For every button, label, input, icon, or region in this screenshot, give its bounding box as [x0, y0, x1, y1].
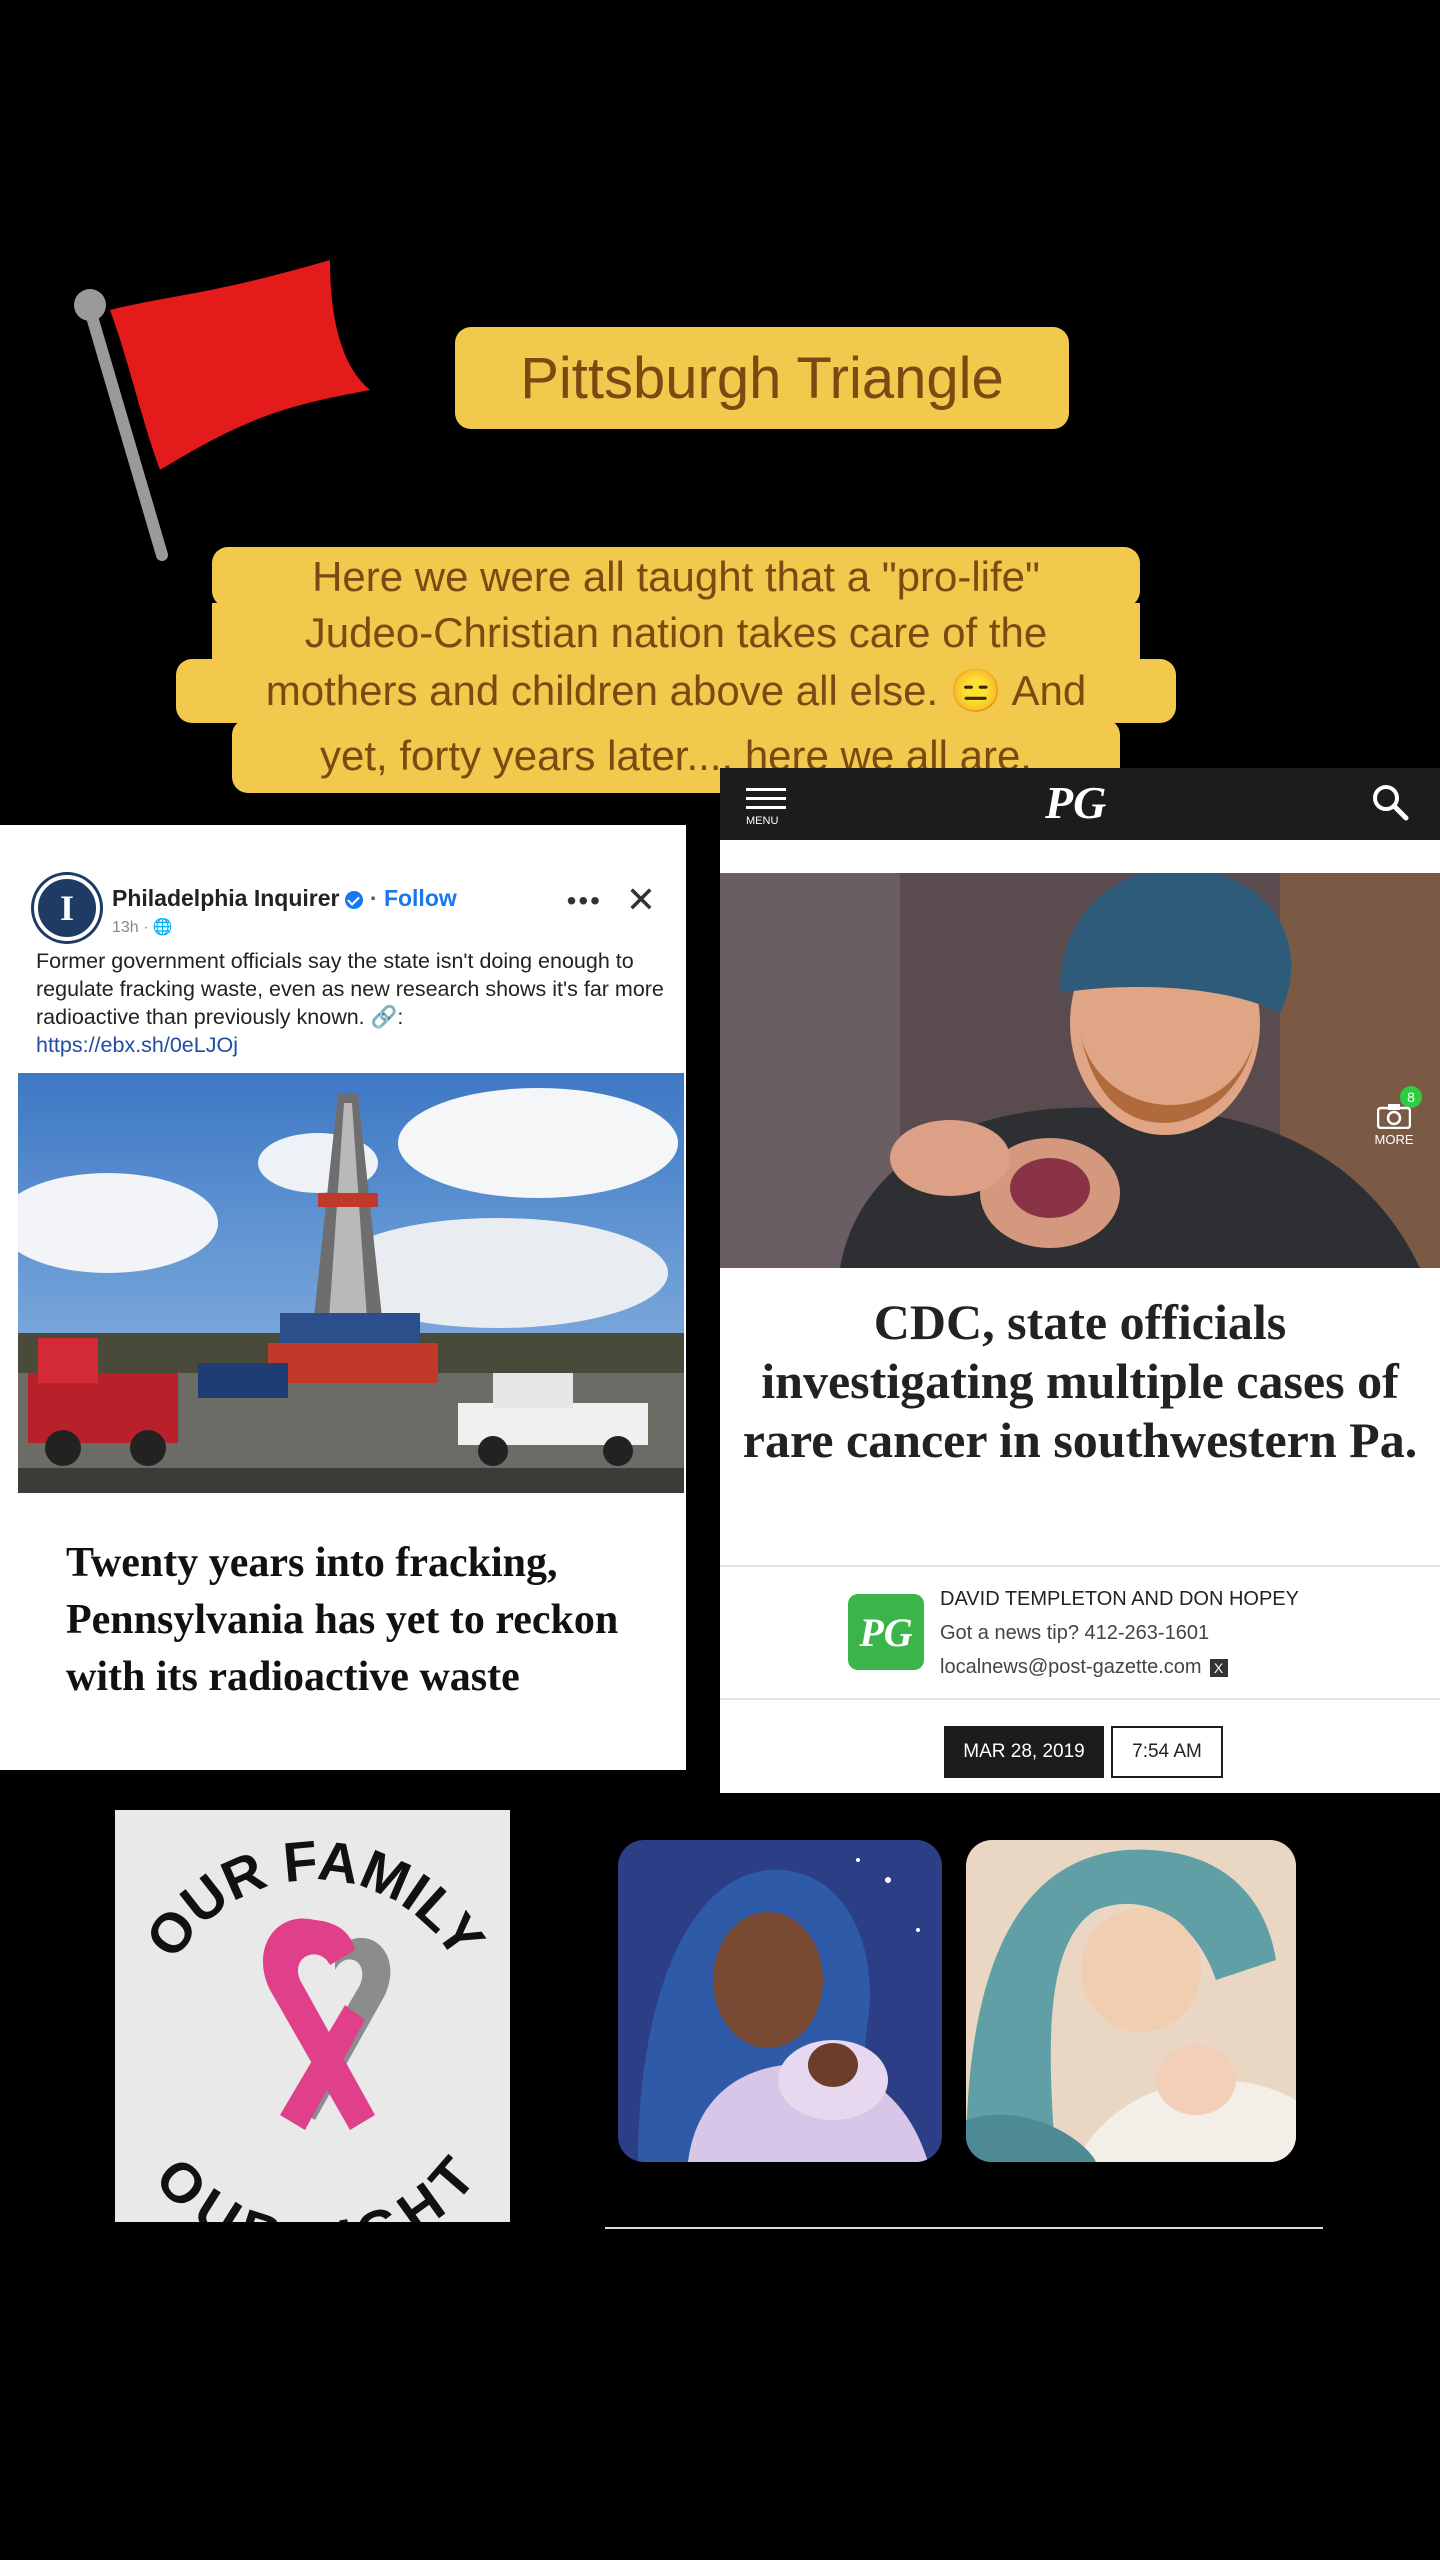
page-name[interactable]: Philadelphia Inquirer: [112, 885, 339, 911]
more-label: MORE: [1374, 1132, 1414, 1147]
pg-logo[interactable]: PG: [1045, 776, 1106, 829]
menu-button[interactable]: MENU: [746, 788, 786, 827]
madonna-child-image-2: [966, 1840, 1296, 2162]
caption-line: mothers and children above all else. 😑 A…: [176, 659, 1176, 723]
inquirer-post: I Philadelphia Inquirer · Follow 13h · 🌐…: [0, 825, 686, 1770]
fracking-rig-photo[interactable]: [18, 1073, 684, 1493]
article-photo[interactable]: [720, 873, 1440, 1268]
pg-badge-icon: PG: [848, 1594, 924, 1670]
time-badge: 7:54 AM: [1111, 1726, 1223, 1778]
verified-icon: [345, 890, 364, 909]
caption-line: Judeo-Christian nation takes care of the: [212, 603, 1140, 663]
email-link[interactable]: localnews@post-gazette.com: [940, 1656, 1202, 1678]
menu-label: MENU: [746, 815, 779, 827]
post-header: I Philadelphia Inquirer · Follow 13h · 🌐…: [34, 875, 674, 945]
divider: [720, 1565, 1440, 1567]
date-badge: MAR 28, 2019: [944, 1726, 1104, 1778]
post-link[interactable]: https://ebx.sh/0eLJOj: [36, 1033, 238, 1057]
post-meta: 13h · 🌐: [112, 919, 173, 936]
news-tip: Got a news tip? 412-263-1601: [940, 1622, 1210, 1644]
ellipsis-icon[interactable]: •••: [567, 885, 602, 917]
camera-icon[interactable]: MORE: [1370, 1103, 1418, 1147]
divider: [720, 1698, 1440, 1700]
close-icon[interactable]: ✕: [626, 879, 656, 921]
madonna-child-image-1: [618, 1840, 942, 2162]
follow-button[interactable]: Follow: [384, 885, 457, 911]
bottom-divider: [605, 2227, 1323, 2229]
caption-line: Here we were all taught that a "pro-life…: [212, 547, 1140, 607]
inquirer-logo[interactable]: I: [34, 875, 100, 941]
page-title: Pittsburgh Triangle: [455, 327, 1069, 429]
article-headline[interactable]: Twenty years into fracking, Pennsylvania…: [66, 1535, 666, 1706]
x-social-icon[interactable]: X: [1209, 1658, 1228, 1677]
red-flag-icon: [74, 260, 370, 561]
camera-glyph: [1376, 1104, 1412, 1130]
our-family-our-fight-image: OUR FAMILY OUR FIGHT: [115, 1810, 510, 2222]
article-headline[interactable]: CDC, state officials investigating multi…: [720, 1293, 1440, 1470]
byline[interactable]: DAVID TEMPLETON AND DON HOPEY: [940, 1588, 1299, 1611]
top-nav-bar: MENU PG: [720, 768, 1440, 840]
search-icon[interactable]: [1370, 782, 1410, 822]
post-text: Former government officials say the stat…: [36, 949, 664, 1029]
post-gazette-article: MENU PG 8 MORE CDC, state officials inve…: [720, 768, 1440, 1793]
